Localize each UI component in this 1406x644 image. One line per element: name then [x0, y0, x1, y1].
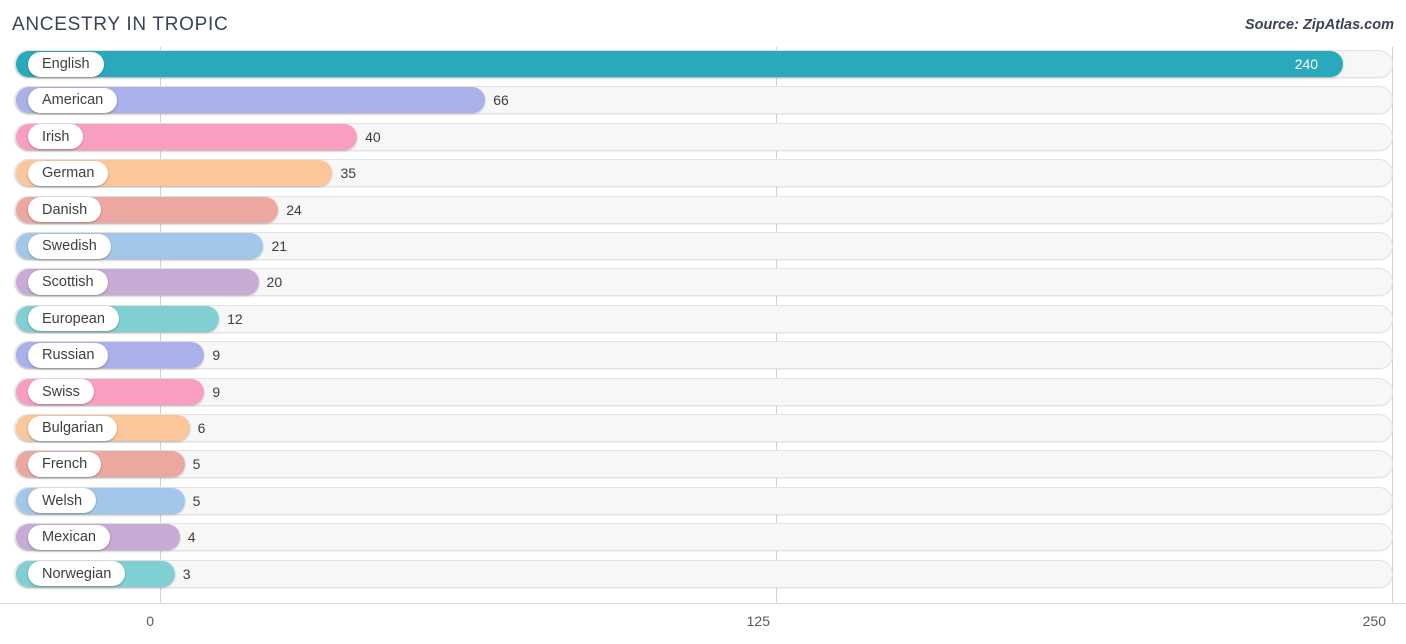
bar-value-label: 35: [340, 165, 357, 182]
bar-value-label: 20: [266, 274, 283, 291]
axis-tick-0: 0: [146, 613, 154, 629]
bar-value-label: 9: [212, 347, 221, 364]
bar-value-label: 3: [182, 565, 191, 582]
bar-category-label-text: Mexican: [42, 529, 96, 546]
table-row[interactable]: Danish 24: [0, 193, 1406, 229]
table-row[interactable]: Russian 9: [0, 338, 1406, 374]
table-row[interactable]: English 240: [0, 47, 1406, 83]
bar-category-label-text: Norwegian: [42, 565, 112, 582]
bar-category-label: Mexican: [28, 524, 110, 550]
bar-category-label-text: European: [42, 310, 105, 327]
bar-track: [14, 486, 1393, 515]
bar-fill[interactable]: [16, 51, 1343, 77]
bar-category-label-text: Swiss: [42, 383, 80, 400]
table-row[interactable]: Mexican 4: [0, 520, 1406, 556]
table-row[interactable]: Swiss 9: [0, 375, 1406, 411]
bar-track: [14, 450, 1393, 479]
bar-category-label-text: French: [42, 456, 88, 473]
table-row[interactable]: Bulgarian 6: [0, 411, 1406, 447]
bar-category-label: Irish: [28, 124, 84, 150]
bar-category-label: German: [28, 160, 109, 186]
bar-value-label: 40: [365, 128, 381, 145]
bar-category-label: Norwegian: [28, 561, 126, 587]
bar-category-label: Danish: [28, 197, 102, 223]
bar-category-label: Swiss: [28, 379, 94, 405]
bar-category-label-text: English: [42, 56, 90, 72]
page-title: ANCESTRY IN TROPIC: [12, 14, 229, 35]
table-row[interactable]: Welsh 5: [0, 484, 1406, 520]
x-axis: 0 125 250: [0, 603, 1406, 644]
bar-track: [14, 377, 1393, 406]
bar-category-label-text: Danish: [42, 201, 88, 218]
bar-value-label: 9: [212, 383, 221, 400]
bar-value-label: 24: [286, 201, 302, 218]
bar-category-label: American: [28, 87, 118, 113]
bar-value-label: 21: [271, 238, 288, 254]
bar-category-label-text: Irish: [42, 128, 70, 145]
bar-value-label: 5: [192, 456, 201, 473]
bar-category-label: Scottish: [28, 269, 108, 295]
chart-plot-area: English 240 American 66 Irish 40 German 35 Danis…: [0, 47, 1406, 603]
bar-category-label-text: Welsh: [42, 492, 83, 509]
bar-category-label: Swedish: [28, 233, 111, 259]
bar-category-label: English: [28, 51, 104, 77]
source-attribution: Source: ZipAtlas.com: [1244, 17, 1394, 33]
bar-value-label: 5: [192, 492, 201, 509]
table-row[interactable]: French 5: [0, 447, 1406, 483]
bar-track: [14, 559, 1393, 588]
table-row[interactable]: German 35: [0, 156, 1406, 192]
bar-category-label-text: Swedish: [42, 238, 97, 254]
table-row[interactable]: American 66: [0, 83, 1406, 119]
bar-category-label-text: Russian: [42, 347, 95, 364]
bar-track: [14, 523, 1393, 552]
table-row[interactable]: Irish 40: [0, 120, 1406, 156]
table-row[interactable]: Swedish 21: [0, 229, 1406, 265]
table-row[interactable]: European 12: [0, 302, 1406, 338]
table-row[interactable]: Scottish 20: [0, 265, 1406, 301]
bar-category-label-text: German: [42, 165, 95, 182]
bar-value-label: 6: [197, 420, 206, 436]
bar-track: [14, 304, 1393, 333]
bar-category-label-text: Scottish: [42, 274, 94, 291]
bar-value-label: 12: [227, 310, 243, 327]
bar-track: [14, 341, 1393, 370]
bar-category-label: European: [28, 306, 119, 332]
bar-category-label: French: [28, 451, 102, 477]
axis-line: [0, 603, 1406, 604]
bar-value-label: 240: [1294, 56, 1319, 72]
table-row[interactable]: Norwegian 3: [0, 557, 1406, 593]
axis-tick-125: 125: [746, 613, 770, 629]
axis-tick-250: 250: [1362, 613, 1386, 629]
bar-value-label: 4: [187, 529, 196, 546]
bar-category-label: Bulgarian: [28, 415, 118, 441]
bar-category-label: Russian: [28, 342, 109, 368]
bar-category-label: Welsh: [28, 488, 97, 514]
bar-category-label-text: Bulgarian: [42, 420, 104, 436]
bar-category-label-text: American: [42, 92, 104, 109]
bar-value-label: 66: [493, 92, 509, 109]
bar-track: [14, 414, 1393, 442]
